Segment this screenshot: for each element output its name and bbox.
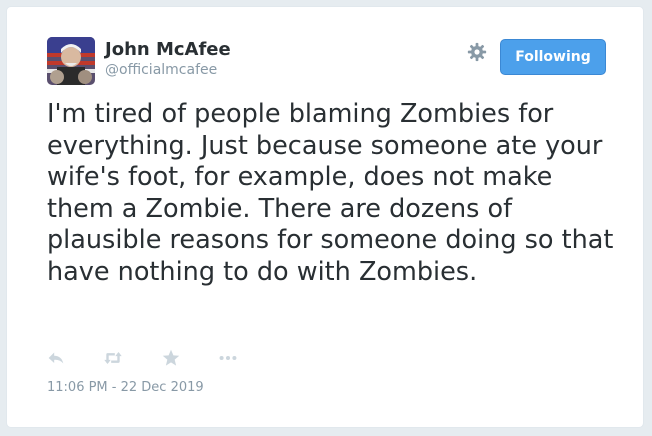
following-button[interactable]: Following — [500, 39, 606, 75]
gear-icon[interactable] — [466, 41, 488, 63]
tweet-timestamp[interactable]: 11:06 PM - 22 Dec 2019 — [47, 380, 204, 395]
tweet-text: I'm tired of people blaming Zombies for … — [47, 99, 614, 287]
star-icon[interactable] — [160, 347, 182, 369]
author-name[interactable]: John McAfee — [105, 39, 231, 60]
avatar[interactable] — [47, 37, 95, 85]
tweet-card: John McAfee @officialmcafee Following I'… — [6, 6, 644, 428]
avatar-image — [47, 37, 95, 85]
author-handle[interactable]: @officialmcafee — [105, 62, 217, 78]
more-dots-icon[interactable] — [217, 347, 239, 369]
retweet-icon[interactable] — [102, 347, 124, 369]
reply-icon[interactable] — [45, 347, 67, 369]
